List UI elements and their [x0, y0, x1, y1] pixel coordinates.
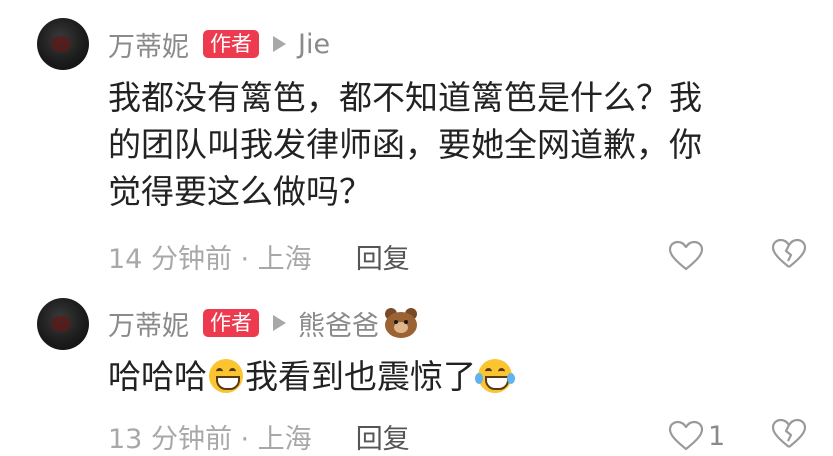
- grinning-face-icon: [209, 359, 243, 393]
- laughing-tears-icon: [475, 359, 515, 393]
- dislike-button[interactable]: [771, 418, 807, 454]
- heart-icon: [668, 420, 704, 451]
- avatar[interactable]: [37, 298, 89, 350]
- comment-meta: 万蒂妮 作者 熊爸爸: [108, 304, 419, 343]
- comment-text: 哈哈哈 我看到也震惊了: [108, 353, 798, 400]
- comment-text-part: 我看到也震惊了: [245, 357, 476, 396]
- comment-text-part: 哈哈哈: [108, 357, 207, 396]
- comment-item: 万蒂妮 作者 熊爸爸 哈哈哈 我看到也震惊了 13 分钟前 · 上海 回复 1: [0, 0, 833, 455]
- comment-footer: 13 分钟前 · 上海 回复 1: [108, 416, 808, 456]
- author-badge: 作者: [203, 309, 259, 337]
- like-button[interactable]: 1: [668, 416, 748, 456]
- timestamp-location: 13 分钟前 · 上海: [108, 423, 312, 455]
- reply-button[interactable]: 回复: [356, 417, 410, 456]
- reply-to-username[interactable]: 熊爸爸: [298, 304, 379, 343]
- reply-arrow-icon: [273, 315, 286, 331]
- username[interactable]: 万蒂妮: [108, 304, 189, 343]
- broken-heart-icon: [771, 418, 807, 448]
- bear-face-icon: [383, 307, 419, 339]
- like-count: 1: [708, 420, 726, 452]
